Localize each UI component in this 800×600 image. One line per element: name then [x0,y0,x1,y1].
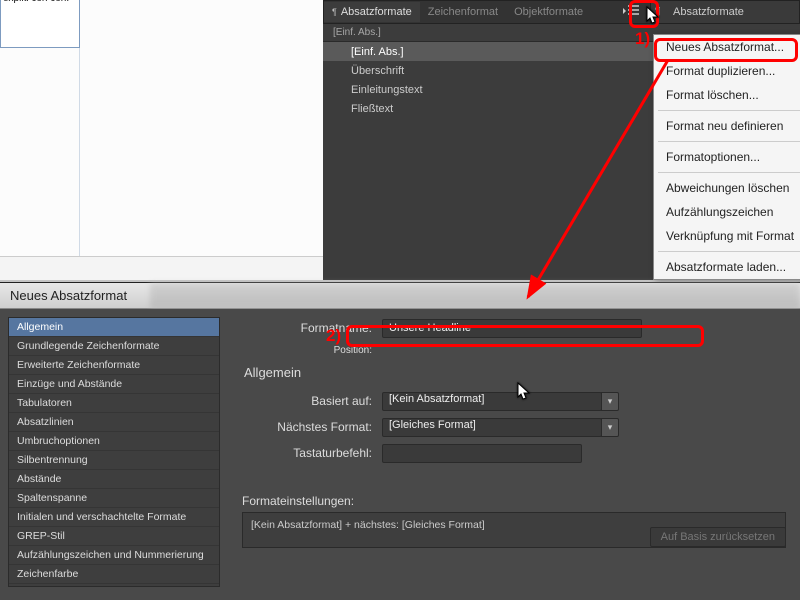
new-paragraph-style-dialog: Neues Absatzformat Allgemein Grundlegend… [0,282,800,600]
next-style-label: Nächstes Format: [242,420,382,434]
cat-item[interactable]: Einzüge und Abstände [9,375,219,394]
formatname-label: Formatname: [242,321,382,335]
menu-load[interactable]: Absatzformate laden... [654,255,800,279]
cat-item[interactable]: Silbentrennung [9,451,219,470]
frame-text: expliti con con. [3,0,69,4]
annotation-number-1: 1) [635,29,650,49]
tab-zeichenformat[interactable]: Zeichenformat [420,2,506,22]
next-style-select[interactable]: [Gleiches Format] [382,418,602,437]
formatname-input[interactable] [382,319,642,338]
cat-item[interactable]: Zeichenfarbe [9,565,219,584]
cat-item[interactable]: Absatzlinien [9,413,219,432]
menu-bullets[interactable]: Aufzählungszeichen [654,200,800,224]
hamburger-icon [623,5,639,17]
ruler [0,256,323,280]
menu-options[interactable]: Formatoptionen... [654,145,800,169]
aux-label: Absatzformate [673,6,744,18]
menu-delete[interactable]: Format löschen... [654,83,800,107]
cat-item[interactable]: Spaltenspanne [9,489,219,508]
chevron-down-icon[interactable]: ▾ [601,392,619,411]
chevron-down-icon[interactable]: ▾ [601,418,619,437]
cat-item[interactable]: Aufzählungszeichen und Nummerierung [9,546,219,565]
shortcut-input[interactable] [382,444,582,463]
cat-item[interactable]: GREP-Stil [9,527,219,546]
reset-button[interactable]: Auf Basis zurücksetzen [650,527,786,547]
cat-item[interactable]: Umbruchoptionen [9,432,219,451]
panel-menu-button[interactable] [620,2,642,20]
cat-item[interactable]: Allgemein [9,318,219,337]
text-frame[interactable]: expliti con con. [0,0,80,48]
cat-item[interactable]: OpenType-Funktionen [9,584,219,587]
menu-new-style[interactable]: Neues Absatzformat... [654,35,800,59]
cat-item[interactable]: Tabulatoren [9,394,219,413]
paragraph-icon: ¶ [655,6,660,17]
dialog-category-list[interactable]: Allgemein Grundlegende Zeichenformate Er… [8,317,220,587]
cat-item[interactable]: Abstände [9,470,219,489]
section-header: Allgemein [244,365,786,380]
settings-label: Formateinstellungen: [242,494,786,508]
cat-item[interactable]: Grundlegende Zeichenformate [9,337,219,356]
annotation-number-2: 2) [326,326,341,346]
menu-redefine[interactable]: Format neu definieren [654,114,800,138]
cat-item[interactable]: Erweiterte Zeichenformate [9,356,219,375]
aux-panel[interactable]: ¶ Absatzformate [650,0,800,24]
based-on-select[interactable]: [Kein Absatzformat] [382,392,602,411]
menu-clear-overrides[interactable]: Abweichungen löschen [654,176,800,200]
position-label: Position: [242,345,382,356]
tab-objektformate[interactable]: Objektformate [506,2,591,22]
dialog-title: Neues Absatzformat [0,283,800,309]
menu-duplicate[interactable]: Format duplizieren... [654,59,800,83]
tab-absatzformate[interactable]: Absatzformate [324,2,420,22]
cat-item[interactable]: Initialen und verschachtelte Formate [9,508,219,527]
based-on-label: Basiert auf: [242,394,382,408]
menu-link[interactable]: Verknüpfung mit Format [654,224,800,248]
shortcut-label: Tastaturbefehl: [242,446,382,460]
panel-flyout-menu: Neues Absatzformat... Format duplizieren… [653,34,800,280]
